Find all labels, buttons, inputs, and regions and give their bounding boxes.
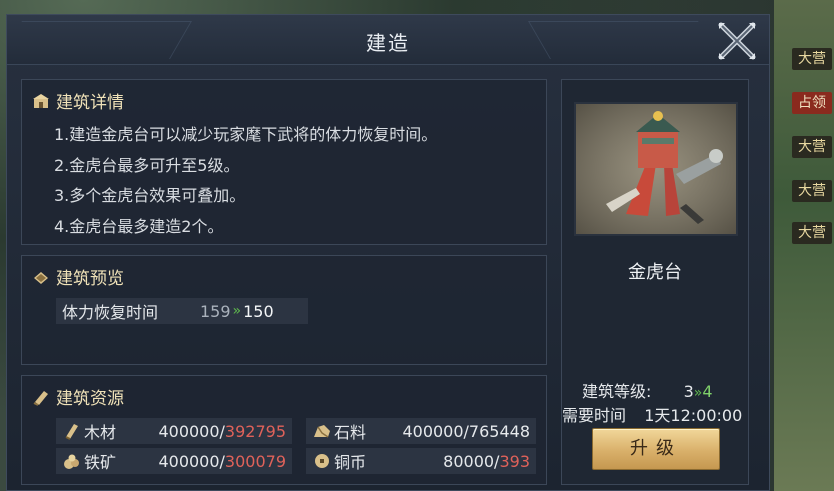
iron-icon [64,454,79,469]
detail-line: 4.金虎台最多建造2个。 [54,216,224,236]
increase-arrow-icon: » [232,303,242,319]
resource-amount: 400000/765448 [402,421,530,441]
preview-header: 建筑预览 [32,264,124,289]
resource-row-stone: 石料 400000/765448 [306,418,536,444]
level-next: 4 [702,382,713,401]
close-button[interactable] [715,19,759,63]
building-icon [33,93,49,108]
map-tag[interactable]: 大营 [792,48,832,70]
resource-amount: 400000/392795 [158,422,292,441]
detail-line: 1.建造金虎台可以减少玩家麾下武将的体力恢复时间。 [54,125,438,144]
level-current: 3 [683,382,694,401]
resources-heading: 建筑资源 [56,389,124,409]
close-icon [718,22,756,60]
level-label: 建筑等级: [582,382,652,401]
title-bar: 建造 [0,15,769,65]
stat-current-value: 159 [200,301,231,321]
preview-panel: 建筑预览 体力恢复时间 159 » 150 [21,255,547,365]
details-heading: 建筑详情 [56,93,124,113]
map-tag[interactable]: 大营 [792,222,832,244]
resource-name: 铜币 [334,453,367,472]
details-header: 建筑详情 [32,88,124,113]
resources-panel: 建筑资源 木材 400000/392795 石料 400000/765448 铁… [21,375,547,485]
time-value: 1天12:00:00 [644,406,743,425]
resource-owned-insufficient: 300079 [224,451,286,471]
upgrade-button[interactable]: 升级 [592,428,720,470]
blueprint-icon [34,271,48,284]
resource-required: 400000/ [158,421,225,441]
build-time: 需要时间 1天12:00:00 [562,402,742,426]
dialog-title: 建造 [366,31,410,55]
stat-next-value: 150 [243,301,274,321]
resource-name: 石料 [334,423,367,442]
scroll-icon [33,390,48,406]
resource-required: 80000/ [443,451,500,471]
building-name: 金虎台 [628,262,682,283]
time-label: 需要时间 [562,406,627,425]
map-tag[interactable]: 大营 [792,136,832,158]
resource-name: 铁矿 [84,453,117,472]
build-dialog: 建造 建筑详情 1.建造金虎台可以减少玩家麾下武将的体力恢复时间。 2.金虎台最… [0,14,770,491]
building-portrait [574,102,738,236]
detail-line: 3.多个金虎台效果可叠加。 [54,186,246,205]
wood-icon [65,424,78,440]
copper-coin-icon [315,454,329,468]
resource-owned-insufficient: 392795 [224,421,286,441]
resource-required: 400000/ [158,451,225,471]
map-tag[interactable]: 大营 [792,180,832,202]
map-tag[interactable]: 占领 [792,92,832,114]
resource-name: 木材 [84,423,117,442]
stamina-recovery-row: 体力恢复时间 159 » 150 [56,298,308,324]
resource-row-copper: 铜币 80000/393 [306,448,536,474]
resource-row-wood: 木材 400000/392795 [56,418,292,444]
resource-amount: 400000/300079 [158,452,292,471]
detail-line: 2.金虎台最多可升至5级。 [54,155,240,175]
golden-tiger-tower-image [576,104,736,234]
resource-amount: 80000/393 [443,452,536,471]
details-panel: 建筑详情 1.建造金虎台可以减少玩家麾下武将的体力恢复时间。 2.金虎台最多可升… [21,79,547,245]
preview-heading: 建筑预览 [56,269,124,289]
resource-row-iron: 铁矿 400000/300079 [56,448,292,474]
stone-icon [314,425,330,438]
details-text: 1.建造金虎台可以减少玩家麾下武将的体力恢复时间。 2.金虎台最多可升至5级。 … [54,120,437,242]
building-level: 建筑等级: 3»4 [582,378,713,402]
building-info-panel: 金虎台 建筑等级: 3»4 需要时间 1天12:00:00 升级 [561,79,749,485]
right-side-map-strip: 大营 占领 大营 大营 大营 [774,0,834,491]
resources-header: 建筑资源 [32,384,124,409]
resource-owned-insufficient: 393 [499,451,530,471]
stat-label: 体力恢复时间 [62,303,159,322]
